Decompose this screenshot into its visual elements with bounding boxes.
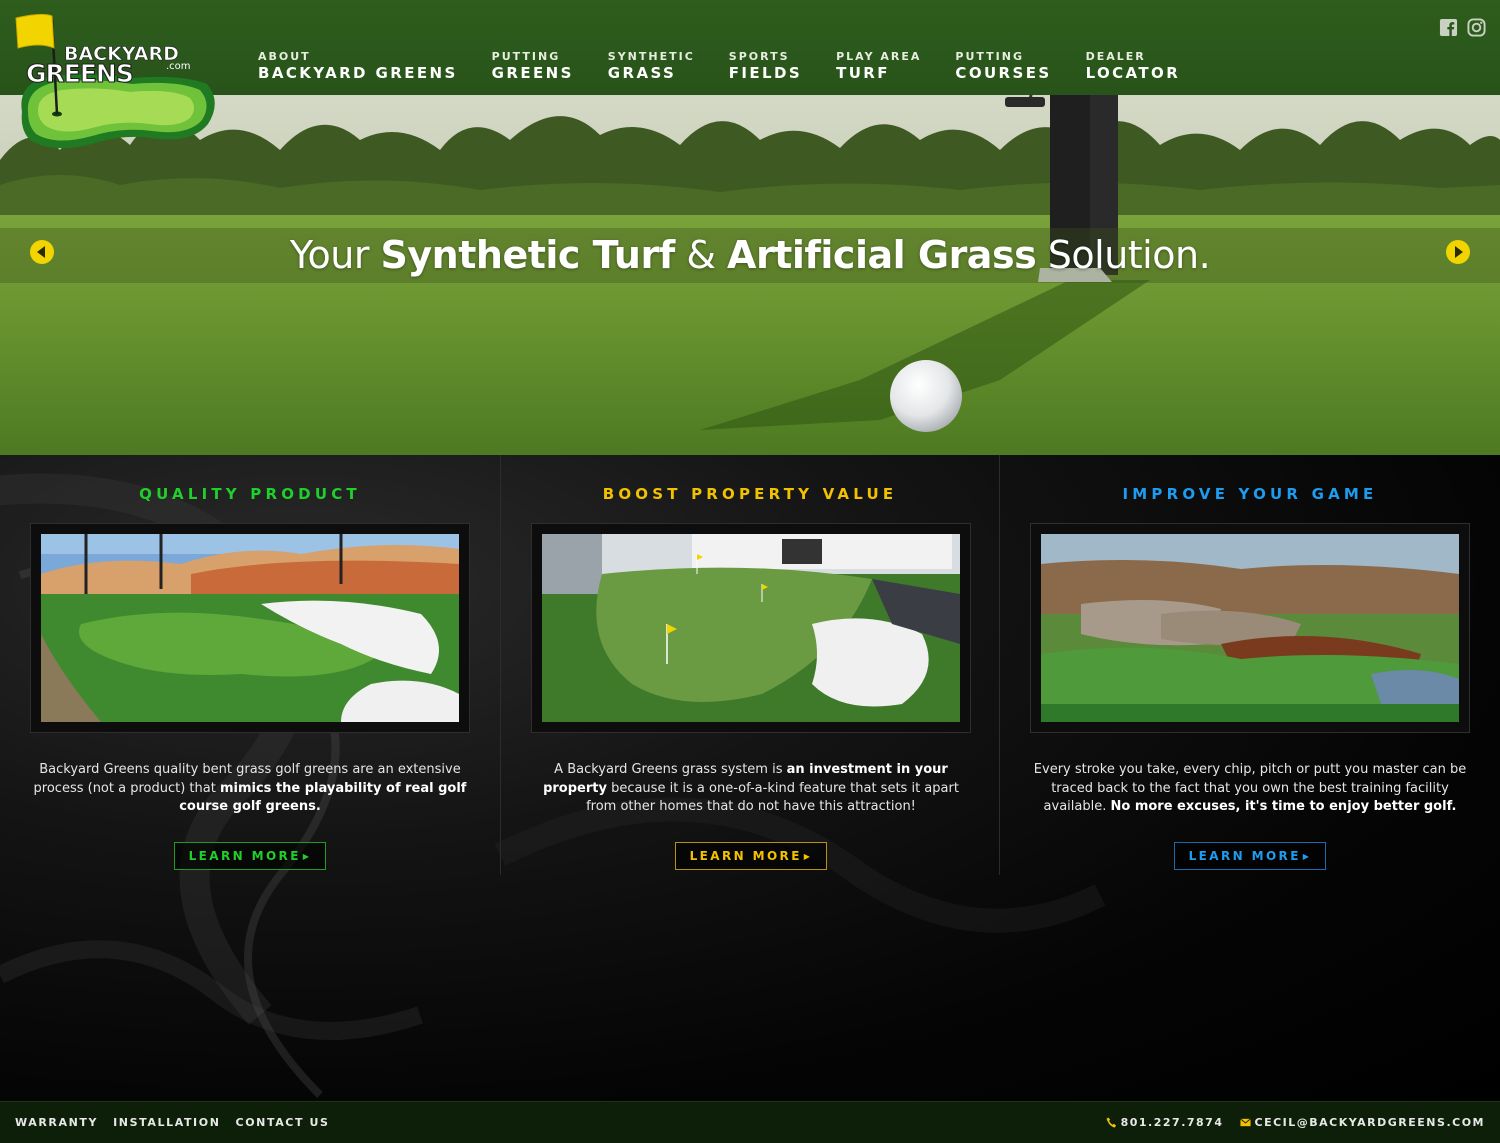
nav-item-kicker: ABOUT (258, 50, 311, 63)
nav-item-putting-courses[interactable]: PUTTING COURSES (955, 50, 1051, 82)
feature-title: IMPROVE YOUR GAME (1122, 485, 1378, 503)
phone-link[interactable]: 801.227.7874 (1106, 1116, 1224, 1129)
nav-item-label: LOCATOR (1085, 64, 1181, 82)
hero-text-part: Solution. (1036, 233, 1211, 277)
envelope-icon (1239, 1118, 1251, 1127)
site-footer: WARRANTY INSTALLATION CONTACT US 801.227… (0, 1101, 1500, 1143)
backyard-green-photo (542, 534, 960, 722)
logo-suffix: .com (166, 61, 191, 72)
nav-item-label: FIELDS (728, 64, 803, 82)
feature-title: BOOST PROPERTY VALUE (602, 485, 898, 503)
nav-item-kicker: SPORTS (728, 50, 790, 63)
learn-more-button[interactable]: LEARN MORE ▶ (675, 842, 827, 870)
button-label: LEARN MORE (188, 849, 301, 863)
slider-prev-button[interactable] (30, 240, 54, 264)
features-section: QUALITY PRODUCT Backyard Greens quality … (0, 455, 1500, 1101)
putting-green-photo (41, 534, 459, 722)
nav-item-kicker: SYNTHETIC (607, 50, 695, 63)
nav-item-play-area-turf[interactable]: PLAY AREA TURF (836, 50, 921, 82)
footer-nav: WARRANTY INSTALLATION CONTACT US (15, 1116, 330, 1129)
instagram-icon[interactable] (1467, 18, 1486, 37)
button-label: LEARN MORE (689, 849, 802, 863)
feature-quality-product: QUALITY PRODUCT Backyard Greens quality … (0, 455, 500, 875)
nav-item-synthetic-grass[interactable]: SYNTHETIC GRASS (608, 50, 695, 82)
learn-more-button[interactable]: LEARN MORE ▶ (174, 842, 326, 870)
nav-item-about[interactable]: ABOUT BACKYARD GREENS (258, 50, 458, 82)
nav-item-label: COURSES (955, 64, 1052, 82)
feature-description: Backyard Greens quality bent grass golf … (30, 761, 470, 817)
footer-contact: 801.227.7874 CECIL@BACKYARDGREENS.COM (1106, 1116, 1485, 1129)
nav-item-label: BACKYARD GREENS (258, 64, 458, 82)
nav-item-label: GRASS (607, 64, 677, 82)
feature-boost-property-value: BOOST PROPERTY VALUE A Backyard Greens g… (500, 455, 1000, 875)
feature-photo-frame (531, 523, 971, 733)
hero-text-part: & (674, 233, 728, 277)
feature-desc-emphasis: mimics the playability of real golf cour… (179, 780, 467, 815)
feature-description: A Backyard Greens grass system is an inv… (531, 761, 971, 817)
caret-right-icon: ▶ (302, 852, 312, 861)
feature-photo-frame (30, 523, 470, 733)
putting-course-photo (1041, 534, 1459, 722)
phone-icon (1106, 1117, 1116, 1128)
nav-item-kicker: DEALER (1085, 50, 1146, 63)
nav-item-label: GREENS (491, 64, 574, 82)
nav-item-dealer-locator[interactable]: DEALER LOCATOR (1086, 50, 1181, 82)
button-label: LEARN MORE (1188, 849, 1301, 863)
feature-desc-emphasis: No more excuses, it's time to enjoy bett… (1110, 799, 1457, 814)
site-header: ABOUT BACKYARD GREENS PUTTING GREENS SYN… (0, 0, 1500, 95)
learn-more-button[interactable]: LEARN MORE ▶ (1174, 842, 1326, 870)
nav-item-putting-greens[interactable]: PUTTING GREENS (492, 50, 574, 82)
hero-headline: Your Synthetic Turf & Artificial Grass S… (0, 228, 1500, 283)
chevron-left-icon (37, 246, 45, 258)
chevron-right-icon (1455, 246, 1463, 258)
logo-graphic: BACKYARD GREENS .com (15, 13, 215, 149)
nav-item-sports-fields[interactable]: SPORTS FIELDS (729, 50, 802, 82)
feature-photo-frame (1030, 523, 1470, 733)
feature-desc-text: A Backyard Greens grass system is (554, 762, 787, 777)
caret-right-icon: ▶ (1302, 852, 1312, 861)
email-link[interactable]: CECIL@BACKYARDGREENS.COM (1239, 1116, 1486, 1129)
feature-improve-your-game: IMPROVE YOUR GAME Every stroke you take,… (1000, 455, 1500, 875)
social-links (1439, 18, 1486, 37)
footer-link-contact-us[interactable]: CONTACT US (236, 1116, 330, 1129)
site-logo[interactable]: BACKYARD GREENS .com (12, 12, 222, 154)
phone-number: 801.227.7874 (1120, 1116, 1224, 1129)
nav-item-kicker: PUTTING (491, 50, 561, 63)
hero-text-part: Artificial Grass (727, 233, 1037, 277)
logo-line2: GREENS (26, 59, 133, 88)
feature-desc-text: because it is a one-of-a-kind feature th… (586, 780, 959, 815)
feature-title: QUALITY PRODUCT (139, 485, 361, 503)
main-nav: ABOUT BACKYARD GREENS PUTTING GREENS SYN… (258, 50, 1214, 82)
hero-text-part: Your (289, 233, 381, 277)
hero-text-part: Synthetic Turf (380, 233, 676, 277)
feature-description: Every stroke you take, every chip, pitch… (1030, 761, 1470, 817)
email-address: CECIL@BACKYARDGREENS.COM (1254, 1116, 1485, 1129)
footer-link-installation[interactable]: INSTALLATION (113, 1116, 220, 1129)
footer-link-warranty[interactable]: WARRANTY (15, 1116, 98, 1129)
slider-next-button[interactable] (1446, 240, 1470, 264)
caret-right-icon: ▶ (803, 852, 813, 861)
nav-item-kicker: PUTTING (955, 50, 1025, 63)
nav-item-kicker: PLAY AREA (836, 50, 922, 63)
nav-item-label: TURF (836, 64, 890, 82)
facebook-icon[interactable] (1439, 18, 1458, 37)
